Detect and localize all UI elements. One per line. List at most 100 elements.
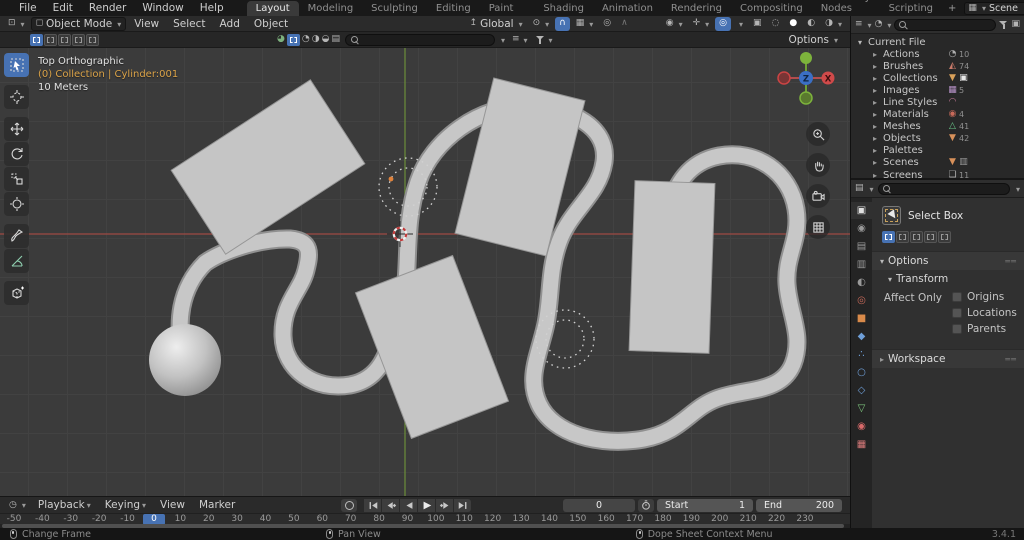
list-dropdown[interactable]: [522, 34, 528, 46]
zoom-button[interactable]: [806, 122, 830, 146]
tab-material[interactable]: ◉: [851, 418, 872, 435]
mode-extend-button[interactable]: [896, 231, 909, 243]
play-button[interactable]: [418, 499, 435, 512]
current-frame-field[interactable]: 0: [563, 499, 635, 512]
camera-view-button[interactable]: [806, 184, 830, 208]
tab-sculpting[interactable]: Sculpting: [362, 1, 427, 16]
shading-sphere-icon[interactable]: ◔: [302, 35, 310, 44]
outliner-item-materials[interactable]: Materials◉4: [851, 109, 1024, 121]
mode-dropdown[interactable]: ◻ Object Mode: [31, 17, 127, 31]
options-dropdown[interactable]: Options: [784, 33, 842, 47]
tab-view-layer[interactable]: ▥: [851, 256, 872, 273]
locations-checkbox[interactable]: Locations: [952, 307, 1017, 319]
menu-add[interactable]: Add: [214, 18, 246, 30]
outliner-item-screens[interactable]: Screens❑11: [851, 169, 1024, 178]
select-mode-invert[interactable]: [72, 34, 85, 46]
jump-to-end-button[interactable]: [454, 499, 471, 512]
tab-modeling[interactable]: Modeling: [299, 1, 363, 16]
menu-playback[interactable]: Playback: [32, 499, 97, 511]
transform-orientation-dropdown[interactable]: ↥ Global: [466, 17, 527, 31]
auto-keying-toggle[interactable]: [341, 499, 357, 512]
start-frame-field[interactable]: Start 1: [657, 499, 753, 512]
jump-to-start-button[interactable]: [364, 499, 381, 512]
viewport-search-input[interactable]: [345, 34, 495, 46]
proportional-falloff-dropdown[interactable]: ∧: [617, 17, 632, 31]
menu-help[interactable]: Help: [193, 1, 231, 15]
outliner-search-input[interactable]: [894, 19, 996, 31]
menu-timeline-view[interactable]: View: [154, 499, 191, 511]
panel-grip[interactable]: ══: [1005, 257, 1017, 266]
transform-subpanel-header[interactable]: Transform: [872, 270, 1024, 287]
filter-dropdown[interactable]: [547, 34, 553, 46]
select-mode-extend[interactable]: [44, 34, 57, 46]
menu-edit[interactable]: Edit: [46, 1, 80, 15]
outliner-filter-box-icon[interactable]: ▣: [1011, 20, 1020, 29]
filter-icon[interactable]: [536, 35, 545, 44]
gizmo-y-neg-axis[interactable]: [800, 92, 812, 104]
overlays-toggle[interactable]: ◎: [715, 17, 731, 31]
tab-layout[interactable]: Layout: [247, 1, 299, 16]
stopwatch-icon[interactable]: [638, 499, 654, 512]
checkbox-icon[interactable]: [952, 324, 962, 334]
shading-wireframe-button[interactable]: ◌: [768, 17, 784, 31]
menu-select[interactable]: Select: [167, 18, 211, 30]
pan-hand-button[interactable]: [806, 153, 830, 177]
rotate-tool[interactable]: [4, 142, 29, 166]
outliner-item-scenes[interactable]: Scenes▼▥: [851, 157, 1024, 169]
overlays-dropdown[interactable]: [733, 17, 747, 31]
mode-new-button[interactable]: [882, 231, 895, 243]
material-ball-icon[interactable]: ◕: [277, 35, 285, 44]
navigation-gizmo[interactable]: Z X: [774, 52, 838, 114]
tab-physics[interactable]: ○: [851, 364, 872, 381]
tab-rendering[interactable]: Rendering: [662, 1, 731, 16]
menu-keying[interactable]: Keying: [99, 499, 152, 511]
menu-object[interactable]: Object: [248, 18, 294, 30]
mode-subtract-button[interactable]: [910, 231, 923, 243]
select-mode-subtract[interactable]: [58, 34, 71, 46]
pivot-point-dropdown[interactable]: ⊙: [529, 17, 554, 31]
xray-toggle[interactable]: ▣: [749, 17, 766, 31]
tab-texture[interactable]: ▦: [851, 436, 872, 453]
outliner-item-objects[interactable]: Objects▼42: [851, 133, 1024, 145]
tab-compositing[interactable]: Compositing: [731, 1, 812, 16]
options-panel-header[interactable]: Options══: [872, 251, 1024, 270]
move-tool[interactable]: [4, 117, 29, 141]
menu-view[interactable]: View: [128, 18, 165, 30]
origins-checkbox[interactable]: Origins: [952, 291, 1017, 303]
properties-search-input[interactable]: [878, 183, 1010, 195]
outliner-id-dropdown[interactable]: [885, 19, 891, 31]
outliner-root[interactable]: Current File: [851, 36, 1024, 48]
menu-window[interactable]: Window: [135, 1, 190, 15]
select-mode-intersect[interactable]: [86, 34, 99, 46]
gizmo-y-axis[interactable]: [800, 52, 812, 64]
timeline-scrollbar[interactable]: [0, 524, 850, 528]
tab-world[interactable]: ◎: [851, 292, 872, 309]
plane-top-left[interactable]: [171, 80, 365, 254]
tab-geometry-nodes[interactable]: Geometry Nodes: [812, 0, 880, 16]
tab-texture-paint[interactable]: Texture Paint: [480, 0, 535, 16]
properties-options-dropdown[interactable]: [1014, 183, 1020, 195]
annotate-tool[interactable]: [4, 224, 29, 248]
tab-animation[interactable]: Animation: [593, 1, 662, 16]
viewport-canvas[interactable]: Top Orthographic (0) Collection | Cylind…: [0, 48, 850, 496]
cursor-tool[interactable]: [4, 85, 29, 109]
outliner-filter-icon[interactable]: [999, 20, 1008, 29]
play-reverse-button[interactable]: [400, 499, 417, 512]
tab-uv-editing[interactable]: UV Editing: [427, 0, 480, 16]
outliner-item-meshes[interactable]: Meshes△41: [851, 121, 1024, 133]
tab-scripting[interactable]: Scripting: [880, 1, 942, 16]
sphere-object[interactable]: [149, 324, 221, 396]
outliner-item-palettes[interactable]: Palettes: [851, 145, 1024, 157]
add-workspace-button[interactable]: +: [942, 1, 962, 16]
checkbox-icon[interactable]: [952, 308, 962, 318]
tab-shading[interactable]: Shading: [534, 1, 593, 16]
outliner-item-images[interactable]: Images▦5: [851, 84, 1024, 96]
outliner-id-icon[interactable]: ◔: [875, 20, 883, 29]
editor-type-button[interactable]: ⊡: [4, 17, 29, 31]
tab-tool[interactable]: ▣: [851, 202, 872, 219]
timeline-ruler[interactable]: -50 -40 -30 -20 -10 0 10 20 30 40 50 60 …: [0, 513, 850, 528]
plane-right[interactable]: [629, 181, 715, 354]
select-box-tool[interactable]: [4, 53, 29, 77]
properties-editor-dropdown[interactable]: [868, 183, 874, 195]
tab-render[interactable]: ◉: [851, 220, 872, 237]
